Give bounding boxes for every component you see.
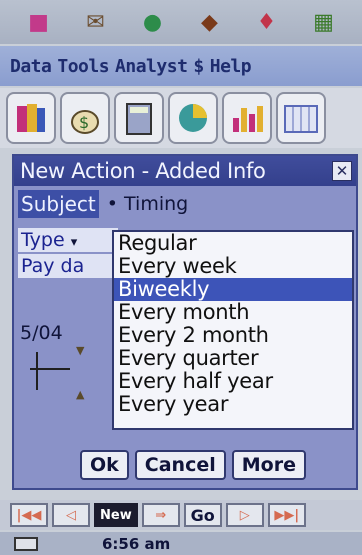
menu-analyst[interactable]: Analyst bbox=[115, 56, 188, 77]
new-action-dialog: New Action - Added Info ✕ Subject • Timi… bbox=[12, 154, 358, 490]
menu-data[interactable]: Data bbox=[10, 56, 52, 77]
pie-chart-icon[interactable] bbox=[168, 92, 218, 144]
money-bag-icon[interactable]: $ bbox=[60, 92, 110, 144]
list-item[interactable]: Every week bbox=[114, 255, 352, 278]
dialog-buttons: Ok Cancel More bbox=[80, 450, 306, 480]
field-labels: Type ▾ Pay da bbox=[18, 228, 118, 280]
type-label-text: Type bbox=[21, 229, 65, 251]
list-item-selected[interactable]: Biweekly bbox=[114, 278, 352, 301]
ok-button[interactable]: Ok bbox=[80, 450, 129, 480]
list-item[interactable]: Every month bbox=[114, 301, 352, 324]
tab-timing[interactable]: • Timing bbox=[107, 193, 188, 215]
type-label[interactable]: Type ▾ bbox=[18, 228, 118, 252]
tab-row: Subject • Timing bbox=[18, 190, 188, 218]
close-icon[interactable]: ✕ bbox=[332, 161, 352, 181]
battery-icon bbox=[14, 536, 38, 551]
clock: 6:56 am bbox=[102, 534, 171, 553]
frequency-popup-list: Regular Every week Biweekly Every month … bbox=[112, 230, 354, 430]
first-record-button[interactable]: |◀◀ bbox=[10, 503, 48, 527]
tab-subject[interactable]: Subject bbox=[18, 190, 99, 218]
status-bar: 6:56 am bbox=[0, 532, 362, 555]
globe-icon[interactable]: ● bbox=[138, 8, 168, 36]
divider bbox=[30, 368, 70, 370]
dialog-title-text: New Action - Added Info bbox=[20, 159, 266, 183]
date-value[interactable]: 5/04 bbox=[20, 322, 63, 344]
silk-icon-bar: ■ ✉ ● ◆ ♦ ▦ bbox=[0, 0, 362, 44]
dialog-title: New Action - Added Info bbox=[14, 156, 356, 186]
calendar-icon[interactable] bbox=[276, 92, 326, 144]
more-button[interactable]: More bbox=[231, 450, 306, 480]
people-icon[interactable]: ■ bbox=[24, 8, 54, 36]
menu-tools[interactable]: Tools bbox=[57, 56, 109, 77]
list-item[interactable]: Every half year bbox=[114, 370, 352, 393]
menu-bar: Data Tools Analyst $ Help bbox=[0, 46, 362, 86]
record-nav-bar: |◀◀ ◁ New ⇒ Go ▷ ▶▶| bbox=[0, 500, 362, 530]
list-item[interactable]: Every year bbox=[114, 393, 352, 416]
next-button[interactable]: ▷ bbox=[225, 503, 264, 527]
chevron-down-icon: ▾ bbox=[70, 235, 78, 250]
previous-button[interactable]: ◁ bbox=[52, 503, 90, 527]
new-button[interactable]: New bbox=[94, 503, 138, 527]
books-icon[interactable] bbox=[6, 92, 56, 144]
triangle-up-icon[interactable]: ▲ bbox=[76, 388, 84, 401]
grid-icon[interactable]: ▦ bbox=[309, 8, 339, 36]
disk-icon[interactable]: ◆ bbox=[195, 8, 225, 36]
pay-date-label: Pay da bbox=[18, 254, 118, 278]
cancel-button[interactable]: Cancel bbox=[134, 450, 226, 480]
divider bbox=[36, 352, 38, 390]
last-record-button[interactable]: ▶▶| bbox=[267, 503, 306, 527]
list-item[interactable]: Every quarter bbox=[114, 347, 352, 370]
go-button[interactable]: Go bbox=[183, 503, 222, 527]
menu-dollar[interactable]: $ bbox=[193, 56, 204, 77]
list-item[interactable]: Every 2 month bbox=[114, 324, 352, 347]
app-toolbar: $ bbox=[0, 88, 362, 148]
mail-icon[interactable]: ✉ bbox=[81, 8, 111, 36]
list-item[interactable]: Regular bbox=[114, 232, 352, 255]
tag-icon[interactable]: ♦ bbox=[252, 8, 282, 36]
menu-help[interactable]: Help bbox=[210, 56, 252, 77]
triangle-down-icon[interactable]: ▼ bbox=[76, 344, 84, 357]
bar-chart-icon[interactable] bbox=[222, 92, 272, 144]
calculator-icon[interactable] bbox=[114, 92, 164, 144]
svg-text:$: $ bbox=[79, 113, 89, 132]
arrow-right-icon[interactable]: ⇒ bbox=[141, 503, 180, 527]
